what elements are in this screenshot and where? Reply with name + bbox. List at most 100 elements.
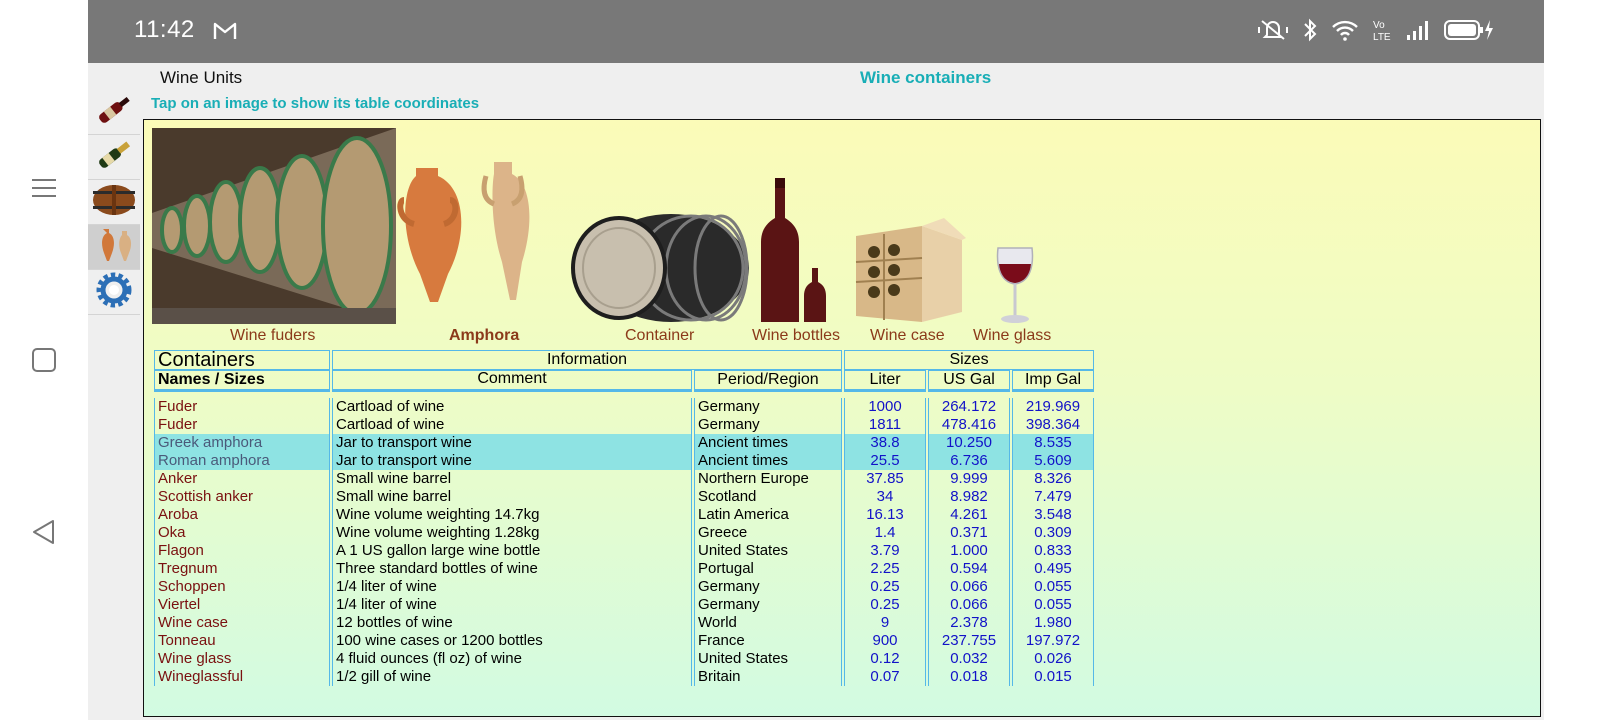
- column-header-names: Names / Sizes: [154, 370, 330, 392]
- cell-impgal: 0.015: [1012, 668, 1094, 686]
- cell-name: Tregnum: [154, 560, 330, 578]
- sidebar-item-settings[interactable]: [88, 270, 140, 315]
- table-row[interactable]: Schoppen 1/4 liter of wine Germany 0.25 0.06…: [154, 578, 1094, 596]
- cell-usgal: 0.594: [928, 560, 1010, 578]
- cell-impgal: 0.026: [1012, 650, 1094, 668]
- cell-usgal: 0.032: [928, 650, 1010, 668]
- cell-liter: 0.07: [844, 668, 926, 686]
- sidebar-item-barrel[interactable]: [88, 180, 140, 225]
- vibrate-off-icon: [1258, 19, 1288, 46]
- cell-usgal: 8.982: [928, 488, 1010, 506]
- table-row[interactable]: Viertel 1/4 liter of wine Germany 0.25 0.066…: [154, 596, 1094, 614]
- cell-liter: 38.8: [844, 434, 926, 452]
- cell-liter: 37.85: [844, 470, 926, 488]
- cell-region: Northern Europe: [694, 470, 842, 488]
- cell-liter: 1000: [844, 398, 926, 416]
- cell-liter: 16.13: [844, 506, 926, 524]
- cell-comment: 4 fluid ounces (fl oz) of wine: [332, 650, 692, 668]
- cell-comment: Jar to transport wine: [332, 434, 692, 452]
- table-row[interactable]: Roman amphora Jar to transport wine Ancien…: [154, 452, 1094, 470]
- cell-name: Wineglassful: [154, 668, 330, 686]
- caption-wine-glass[interactable]: Wine glass: [973, 327, 1051, 345]
- caption-wine-bottles[interactable]: Wine bottles: [752, 327, 840, 345]
- champagne-bottle-icon: [91, 135, 137, 180]
- cell-impgal: 398.364: [1012, 416, 1094, 434]
- sidebar-item-wine-bottle[interactable]: [88, 90, 140, 135]
- cell-impgal: 3.548: [1012, 506, 1094, 524]
- container-barrel-image[interactable]: [571, 212, 751, 329]
- cell-name: Wine case: [154, 614, 330, 632]
- home-square-icon[interactable]: [24, 340, 64, 380]
- status-time: 11:42: [134, 16, 195, 43]
- wine-glass-image[interactable]: [992, 244, 1038, 331]
- table-row[interactable]: Tregnum Three standard bottles of wine Por…: [154, 560, 1094, 578]
- table-row[interactable]: Wine case 12 bottles of wine World 9 2.378 1.…: [154, 614, 1094, 632]
- cell-region: United States: [694, 542, 842, 560]
- cell-liter: 1811: [844, 416, 926, 434]
- cell-liter: 3.79: [844, 542, 926, 560]
- cell-name: Flagon: [154, 542, 330, 560]
- table-row[interactable]: Tonneau 100 wine cases or 1200 bottles Fra…: [154, 632, 1094, 650]
- cell-usgal: 0.066: [928, 578, 1010, 596]
- column-header-usgal: US Gal: [928, 370, 1010, 392]
- table-row[interactable]: Fuder Cartload of wine Germany 1811 478.416 3…: [154, 416, 1094, 434]
- red-wine-bottle-icon: [91, 90, 137, 135]
- containers-panel: Wine fuders Amphora Container Wine bottl…: [143, 119, 1541, 717]
- caption-amphora[interactable]: Amphora: [449, 327, 519, 345]
- wine-case-image[interactable]: [852, 216, 968, 331]
- wine-fuders-image[interactable]: [152, 128, 396, 329]
- table-row[interactable]: Oka Wine volume weighting 1.28kg Greece 1.4…: [154, 524, 1094, 542]
- cell-impgal: 0.055: [1012, 578, 1094, 596]
- cell-impgal: 8.535: [1012, 434, 1094, 452]
- table-row[interactable]: Anker Small wine barrel Northern Europe 37.…: [154, 470, 1094, 488]
- table-row[interactable]: Wineglassful 1/2 gill of wine Britain 0.07 0…: [154, 668, 1094, 686]
- table-row[interactable]: Greek amphora Jar to transport wine Ancien…: [154, 434, 1094, 452]
- sidebar: [88, 90, 140, 315]
- caption-wine-fuders[interactable]: Wine fuders: [230, 327, 315, 345]
- settings-gear-icon: [91, 270, 137, 315]
- table-row[interactable]: Flagon A 1 US gallon large wine bottle Uni…: [154, 542, 1094, 560]
- caption-wine-case[interactable]: Wine case: [870, 327, 945, 345]
- signal-icon: [1406, 19, 1430, 46]
- cell-usgal: 1.000: [928, 542, 1010, 560]
- cell-liter: 9: [844, 614, 926, 632]
- cell-impgal: 8.326: [1012, 470, 1094, 488]
- cell-comment: Jar to transport wine: [332, 452, 692, 470]
- cell-usgal: 6.736: [928, 452, 1010, 470]
- cell-name: Roman amphora: [154, 452, 330, 470]
- menu-icon[interactable]: [24, 168, 64, 208]
- cell-region: World: [694, 614, 842, 632]
- cell-comment: 12 bottles of wine: [332, 614, 692, 632]
- cell-region: Germany: [694, 416, 842, 434]
- gmail-icon: [213, 21, 237, 46]
- cell-impgal: 197.972: [1012, 632, 1094, 650]
- wine-bottles-image[interactable]: [760, 176, 840, 331]
- sidebar-item-amphora[interactable]: [88, 225, 140, 270]
- amphora-image[interactable]: [396, 160, 542, 311]
- svg-text:LTE: LTE: [1373, 32, 1391, 42]
- cell-usgal: 9.999: [928, 470, 1010, 488]
- cell-liter: 1.4: [844, 524, 926, 542]
- system-navigation-bar: [0, 0, 88, 720]
- cell-liter: 34: [844, 488, 926, 506]
- column-header-impgal: Imp Gal: [1012, 370, 1094, 392]
- back-triangle-icon[interactable]: [24, 512, 64, 552]
- sidebar-item-champagne[interactable]: [88, 135, 140, 180]
- screen-title: Wine containers: [860, 68, 992, 87]
- cell-region: Portugal: [694, 560, 842, 578]
- cell-name: Fuder: [154, 416, 330, 434]
- cell-usgal: 478.416: [928, 416, 1010, 434]
- cell-name: Aroba: [154, 506, 330, 524]
- cell-usgal: 0.371: [928, 524, 1010, 542]
- table-row[interactable]: Scottish anker Small wine barrel Scotland 3…: [154, 488, 1094, 506]
- table-row[interactable]: Aroba Wine volume weighting 14.7kg Latin A…: [154, 506, 1094, 524]
- cell-region: Latin America: [694, 506, 842, 524]
- cell-name: Oka: [154, 524, 330, 542]
- cell-name: Tonneau: [154, 632, 330, 650]
- table-row[interactable]: Fuder Cartload of wine Germany 1000 264.172 2…: [154, 398, 1094, 416]
- cell-name: Wine glass: [154, 650, 330, 668]
- cell-region: Ancient times: [694, 452, 842, 470]
- table-row[interactable]: Wine glass 4 fluid ounces (fl oz) of wine…: [154, 650, 1094, 668]
- cell-region: Scotland: [694, 488, 842, 506]
- caption-container[interactable]: Container: [625, 327, 694, 345]
